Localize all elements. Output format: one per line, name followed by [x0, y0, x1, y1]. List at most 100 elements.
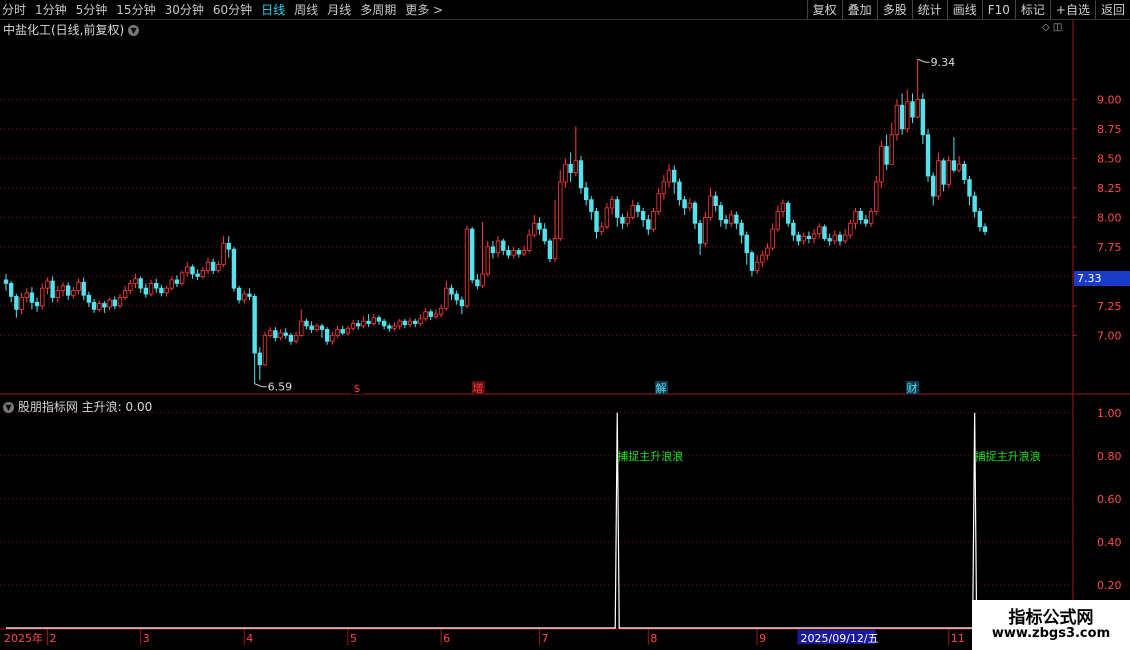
candle-body [24, 292, 29, 299]
candle-body [133, 278, 138, 284]
candle-body [418, 318, 423, 324]
candle-body [236, 287, 242, 301]
candle-body [454, 293, 459, 301]
price-tick-label: 7.25 [1097, 300, 1122, 313]
candle-body [138, 278, 143, 289]
candle-body [299, 320, 304, 336]
candle-body [97, 303, 102, 310]
candle-body [594, 211, 599, 232]
candle-body [832, 234, 837, 242]
x-axis-label: 2025/09/12/五 [801, 632, 879, 645]
candle-body [185, 266, 190, 274]
candle-body [423, 311, 428, 320]
candle-body [604, 207, 610, 228]
candle-body [288, 334, 294, 342]
candle-body [516, 249, 522, 255]
candle-body [335, 329, 340, 336]
candle-body [609, 199, 615, 209]
candle-body [480, 273, 485, 287]
indicator-tick-label: 0.40 [1097, 536, 1122, 549]
candle-body [910, 101, 915, 118]
candle-body [537, 222, 542, 230]
candle-body [19, 297, 24, 310]
candle-body [438, 307, 444, 315]
watermark: 指标公式网 www.zbgs3.com [972, 600, 1130, 650]
candle-body [941, 160, 946, 185]
indicator-tick-label: 1.00 [1097, 407, 1122, 420]
candle-body [982, 226, 988, 232]
candle-body [630, 205, 635, 218]
candle-body [86, 294, 92, 303]
last-price-tag: 7.33 [1074, 271, 1130, 286]
annotation-arrow [917, 58, 930, 63]
indicator-title: ▼ 股朋指标网 主升浪: 0.00 [3, 398, 152, 415]
candle-body [811, 233, 817, 240]
candle-body [50, 280, 55, 298]
candle-body [449, 287, 454, 295]
candle-body [573, 160, 578, 173]
indicator-tick-label: 0.80 [1097, 450, 1122, 463]
candle-body [506, 249, 511, 256]
candle-body [179, 272, 185, 284]
watermark-title: 指标公式网 [1008, 608, 1094, 628]
candle-body [262, 334, 268, 366]
candle-body [356, 323, 361, 327]
x-axis-label: 5 [350, 632, 357, 645]
candle-body [210, 261, 216, 271]
candle-body [956, 163, 962, 171]
candle-body [459, 299, 465, 307]
candle-body [687, 202, 692, 209]
candle-body [796, 234, 801, 242]
candle-body [128, 283, 133, 291]
candle-body [977, 211, 983, 228]
candle-body [791, 222, 796, 236]
candle-body [3, 279, 9, 284]
candle-body [666, 169, 672, 183]
candle-body [568, 163, 573, 173]
kline-chart[interactable]: 7.007.257.507.758.008.258.508.759.000.20… [0, 0, 1130, 650]
candle-body [718, 205, 724, 221]
x-axis-label: 3 [143, 632, 150, 645]
candle-body [205, 261, 211, 271]
candle-body [402, 320, 408, 326]
candle-body [552, 238, 558, 260]
candle-body [951, 160, 957, 171]
candle-body [692, 202, 698, 224]
candle-body [713, 195, 718, 206]
watermark-url: www.zbgs3.com [991, 626, 1111, 641]
x-axis-label: 2025年 [4, 631, 43, 645]
candle-body [293, 334, 299, 342]
candle-body [946, 160, 951, 185]
candle-body [868, 211, 874, 224]
candle-body [469, 228, 475, 281]
candle-body [122, 290, 128, 298]
candle-body [729, 214, 734, 224]
chevron-down-icon[interactable]: ▼ [3, 402, 14, 413]
candle-body [102, 303, 107, 308]
candle-body [8, 283, 14, 297]
candle-body [547, 240, 553, 260]
candle-body [60, 285, 66, 291]
candle-body [433, 313, 439, 317]
candle-body [806, 235, 812, 240]
candle-body [76, 281, 81, 291]
candle-body [599, 226, 604, 232]
price-tick-label: 7.75 [1097, 241, 1122, 254]
candle-body [190, 266, 195, 275]
candle-body [578, 160, 584, 189]
candle-body [817, 226, 822, 235]
candle-body [350, 323, 356, 329]
candle-body [625, 216, 630, 224]
price-tick-label: 8.25 [1097, 182, 1122, 195]
candle-body [112, 299, 117, 307]
candle-body [920, 98, 926, 136]
candle-body [749, 252, 755, 271]
candle-body [34, 301, 40, 307]
indicator-tick-label: 0.20 [1097, 579, 1122, 592]
annotation-low: 6.59 [268, 381, 293, 394]
candle-body [45, 280, 50, 289]
candle-body [899, 104, 905, 130]
candle-body [744, 234, 749, 254]
candle-body [780, 202, 786, 212]
candle-body [29, 292, 35, 303]
